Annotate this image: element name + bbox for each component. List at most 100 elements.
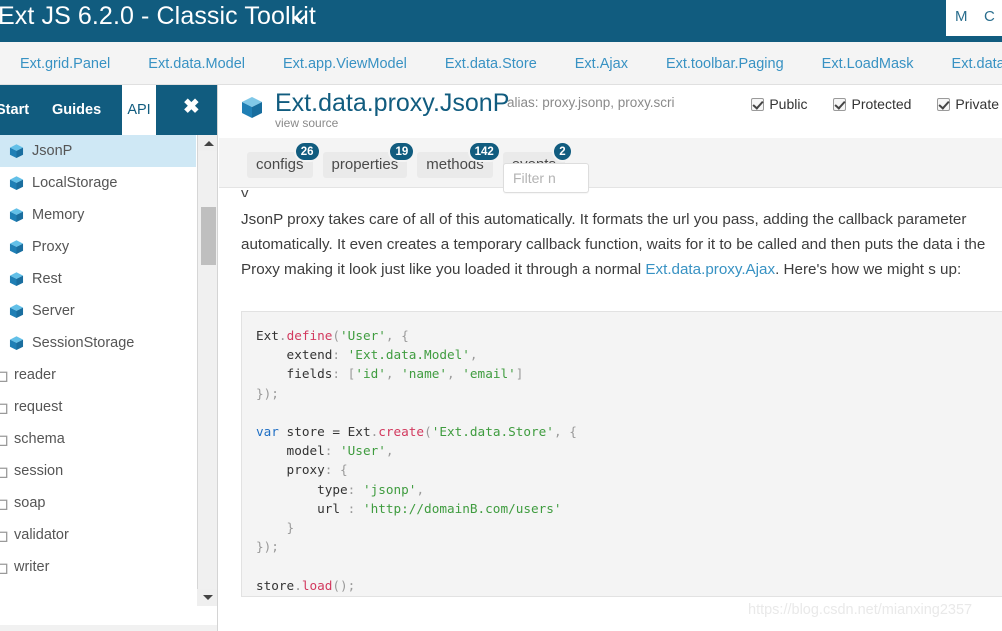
sidebar-tab-start[interactable]: Start (0, 85, 29, 135)
code-token: , { (554, 424, 577, 439)
sidebar-item-label: JsonP (32, 143, 72, 159)
sidebar-tab-api[interactable]: API (122, 85, 156, 135)
class-nav-link-4[interactable]: Ext.Ajax (575, 56, 628, 72)
checkbox-public[interactable] (751, 98, 764, 111)
code-line: }); (256, 384, 1002, 403)
code-token: ( (424, 424, 432, 439)
sidebar-horizontal-scrollbar[interactable] (0, 605, 218, 631)
scroll-up-arrow-icon[interactable] (198, 135, 218, 151)
chevron-down-icon[interactable] (288, 8, 310, 30)
sidebar-item-schema[interactable]: schema (0, 423, 196, 455)
class-nav-link-2[interactable]: Ext.app.ViewModel (283, 56, 407, 72)
code-line: } (256, 518, 1002, 537)
code-token: load (302, 578, 333, 593)
sidebar-item-soap[interactable]: soap (0, 487, 196, 519)
checkbox-private[interactable] (937, 98, 950, 111)
class-nav-link-3[interactable]: Ext.data.Store (445, 56, 537, 72)
class-cube-icon (8, 271, 25, 288)
checkbox-protected[interactable] (833, 98, 846, 111)
scrollbar-thumb[interactable] (201, 207, 216, 265)
code-token: . (294, 578, 302, 593)
sidebar-item-sessionstorage[interactable]: SessionStorage (0, 327, 196, 359)
class-cube-icon (8, 175, 25, 192)
doc-alias: alias: proxy.jsonp, proxy.scri (507, 95, 701, 110)
package-icon (0, 463, 8, 480)
code-token: : { (325, 462, 348, 477)
view-source-link[interactable]: view source (275, 116, 338, 130)
clipped-text-above: y (241, 185, 641, 197)
code-line: model: 'User', (256, 441, 1002, 460)
sidebar-item-jsonp[interactable]: JsonP (0, 135, 196, 167)
code-line: Ext.define('User', { (256, 326, 1002, 345)
sidebar-item-label: request (14, 399, 62, 415)
sidebar-tab-guides[interactable]: Guides (52, 85, 101, 135)
class-nav-bar: Ext.grid.Panel Ext.data.Model Ext.app.View… (0, 42, 1002, 85)
sidebar-item-writer[interactable]: writer (0, 551, 196, 583)
code-token: : (348, 482, 363, 497)
sidebar-item-label: writer (14, 559, 49, 575)
doc-body: y JsonP proxy takes care of all of this … (219, 189, 1002, 631)
header-right-c[interactable]: C (984, 8, 995, 25)
scroll-down-arrow-icon[interactable] (197, 589, 218, 606)
tab-configs[interactable]: configs26 (247, 152, 313, 178)
sidebar-item-request[interactable]: request (0, 391, 196, 423)
code-token: : [ (332, 366, 355, 381)
sidebar-item-localstorage[interactable]: LocalStorage (0, 167, 196, 199)
sidebar-tree-list: JsonP LocalStorage Memory Proxy Rest ServerSe… (0, 135, 196, 605)
code-token: , (386, 366, 401, 381)
code-token: proxy (256, 462, 325, 477)
sidebar-item-reader[interactable]: reader (0, 359, 196, 391)
sidebar-item-label: reader (14, 367, 56, 383)
class-cube-icon (8, 303, 25, 320)
code-token: store (256, 578, 294, 593)
code-token: 'User' (340, 443, 386, 458)
code-token: 'User' (340, 328, 386, 343)
sidebar-item-proxy[interactable]: Proxy (0, 231, 196, 263)
sidebar-item-label: Memory (32, 207, 84, 223)
sidebar-item-validator[interactable]: validator (0, 519, 196, 551)
tab-properties[interactable]: properties19 (323, 152, 408, 178)
code-token: fields (256, 366, 332, 381)
sidebar-item-label: Rest (32, 271, 62, 287)
code-token: 'jsonp' (363, 482, 416, 497)
sidebar-item-server[interactable]: Server (0, 295, 196, 327)
access-filter-label: Protected (851, 96, 911, 112)
tab-methods[interactable]: methods142 (417, 152, 493, 178)
code-token: }); (256, 539, 279, 554)
access-filter-protected[interactable]: Protected (833, 96, 911, 112)
code-token: . (279, 328, 287, 343)
sidebar-item-rest[interactable]: Rest (0, 263, 196, 295)
member-tab-bar: configs26properties19methods142events2Fi… (219, 138, 1002, 188)
class-cube-icon (8, 335, 25, 352)
access-filter-private[interactable]: Private (937, 96, 999, 112)
sidebar-vertical-scrollbar[interactable] (197, 135, 218, 605)
access-filter-public[interactable]: Public (751, 96, 807, 112)
class-nav-link-5[interactable]: Ext.toolbar.Paging (666, 56, 784, 72)
code-token: : (348, 501, 363, 516)
scrollbar-track-horizontal[interactable] (0, 625, 218, 631)
header-right-m[interactable]: M (955, 8, 968, 25)
close-icon[interactable]: ✖ (183, 97, 200, 117)
class-nav-link-7[interactable]: Ext.data.prox (952, 56, 1002, 72)
code-token: (); (332, 578, 355, 593)
page-title: Ext.data.proxy.JsonP (275, 89, 509, 118)
class-nav-link-0[interactable]: Ext.grid.Panel (20, 56, 110, 72)
sidebar-item-label: soap (14, 495, 45, 511)
code-token: store = (279, 424, 348, 439)
sidebar-item-memory[interactable]: Memory (0, 199, 196, 231)
code-token: , (386, 443, 394, 458)
code-token: create (378, 424, 424, 439)
class-nav-link-6[interactable]: Ext.LoadMask (822, 56, 914, 72)
code-token: ( (332, 328, 340, 343)
code-token: Ext (348, 424, 371, 439)
ajax-proxy-link[interactable]: Ext.data.proxy.Ajax (645, 261, 775, 278)
code-token: ] (516, 366, 524, 381)
code-token: var (256, 424, 279, 439)
code-token: 'Ext.data.Store' (432, 424, 554, 439)
doc-header: Ext.data.proxy.JsonP alias: proxy.jsonp,… (219, 85, 1002, 138)
class-cube-icon (239, 95, 265, 121)
class-nav-links: Ext.grid.Panel Ext.data.Model Ext.app.View… (20, 42, 1002, 85)
code-token: url (256, 501, 348, 516)
sidebar-item-session[interactable]: session (0, 455, 196, 487)
class-nav-link-1[interactable]: Ext.data.Model (148, 56, 245, 72)
